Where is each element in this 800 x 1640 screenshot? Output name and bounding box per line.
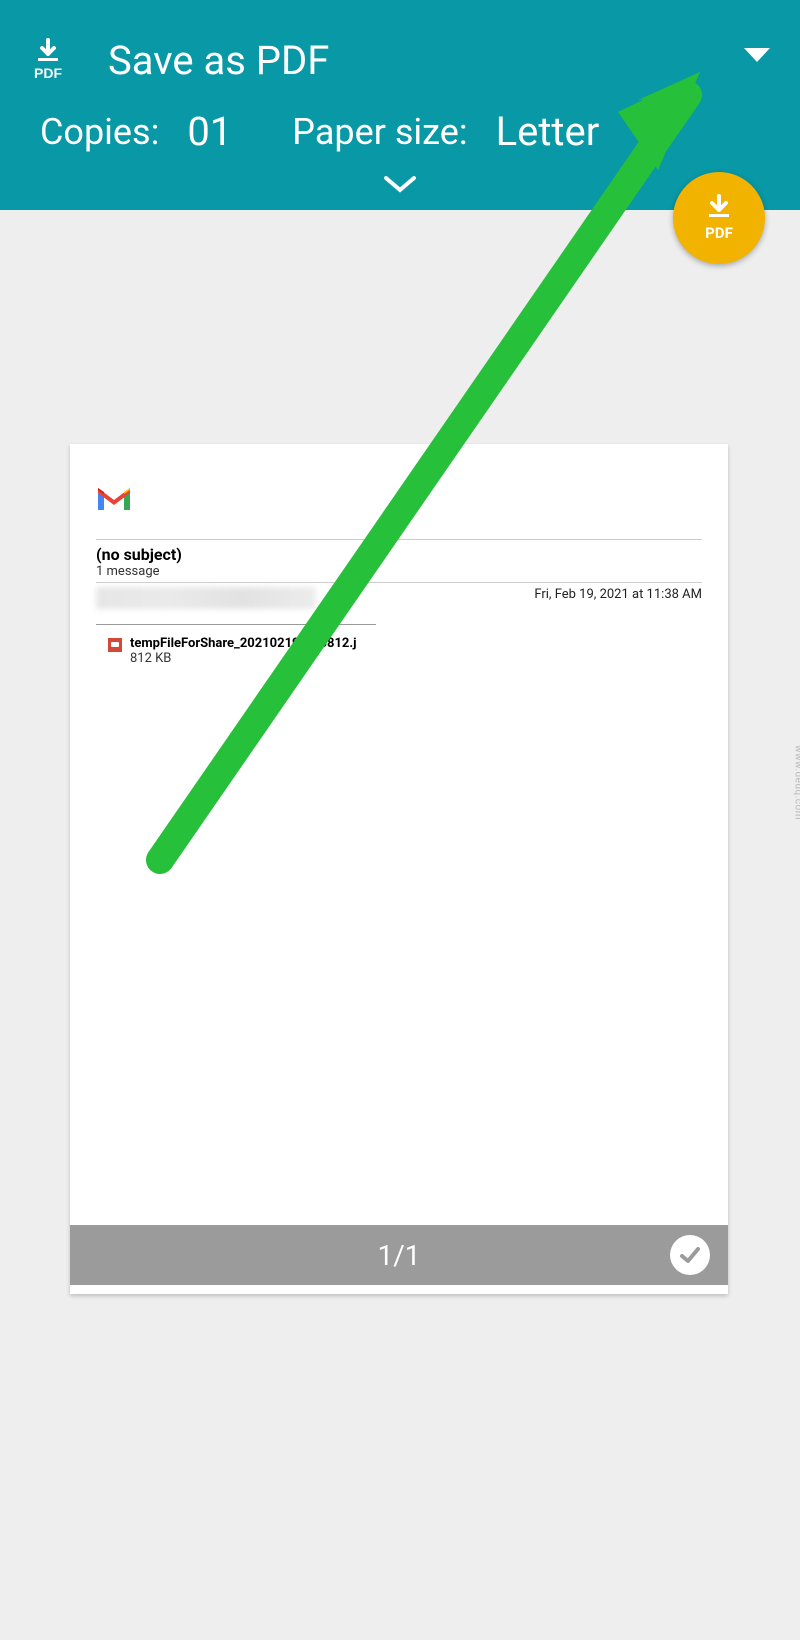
divider [96,624,376,625]
attachment-row: tempFileForShare_20210219-113812.j 812 K… [108,636,357,666]
svg-text:PDF: PDF [34,65,62,81]
watermark-text: www.deuq.com [793,745,800,820]
header-row-destination[interactable]: PDF Save as PDF [0,0,800,90]
copies-label: Copies: [40,111,159,153]
gmail-logo-icon [96,484,132,516]
page-indicator-bar: 1/1 [70,1225,728,1285]
header-row-options: Copies: 01 Paper size: Letter [0,90,800,155]
print-preview-page[interactable]: (no subject) 1 message Fri, Feb 19, 2021… [70,444,728,1294]
attachment-size: 812 KB [130,651,357,666]
print-options-header: PDF Save as PDF Copies: 01 Paper size: L… [0,0,800,210]
download-icon [702,194,736,222]
destination-label: Save as PDF [108,37,329,84]
subject-block: (no subject) 1 message [96,539,702,579]
page-number: 1/1 [377,1239,420,1272]
paper-size-value[interactable]: Letter [496,108,600,155]
save-pdf-icon: PDF [28,38,68,82]
page-selected-check-icon[interactable] [670,1235,710,1275]
attachment-filename: tempFileForShare_20210219-113812.j [130,636,357,651]
image-attachment-icon [108,638,122,652]
expand-options-icon[interactable] [382,174,418,198]
chevron-down-icon[interactable] [744,48,770,68]
message-count: 1 message [96,564,702,579]
paper-size-label: Paper size: [292,111,467,153]
sender-row: Fri, Feb 19, 2021 at 11:38 AM [96,582,702,609]
fab-label: PDF [705,224,733,242]
email-timestamp: Fri, Feb 19, 2021 at 11:38 AM [534,587,702,602]
copies-value[interactable]: 01 [187,108,232,155]
email-subject: (no subject) [96,540,702,564]
save-pdf-fab[interactable]: PDF [673,172,765,264]
sender-redacted [96,587,316,609]
